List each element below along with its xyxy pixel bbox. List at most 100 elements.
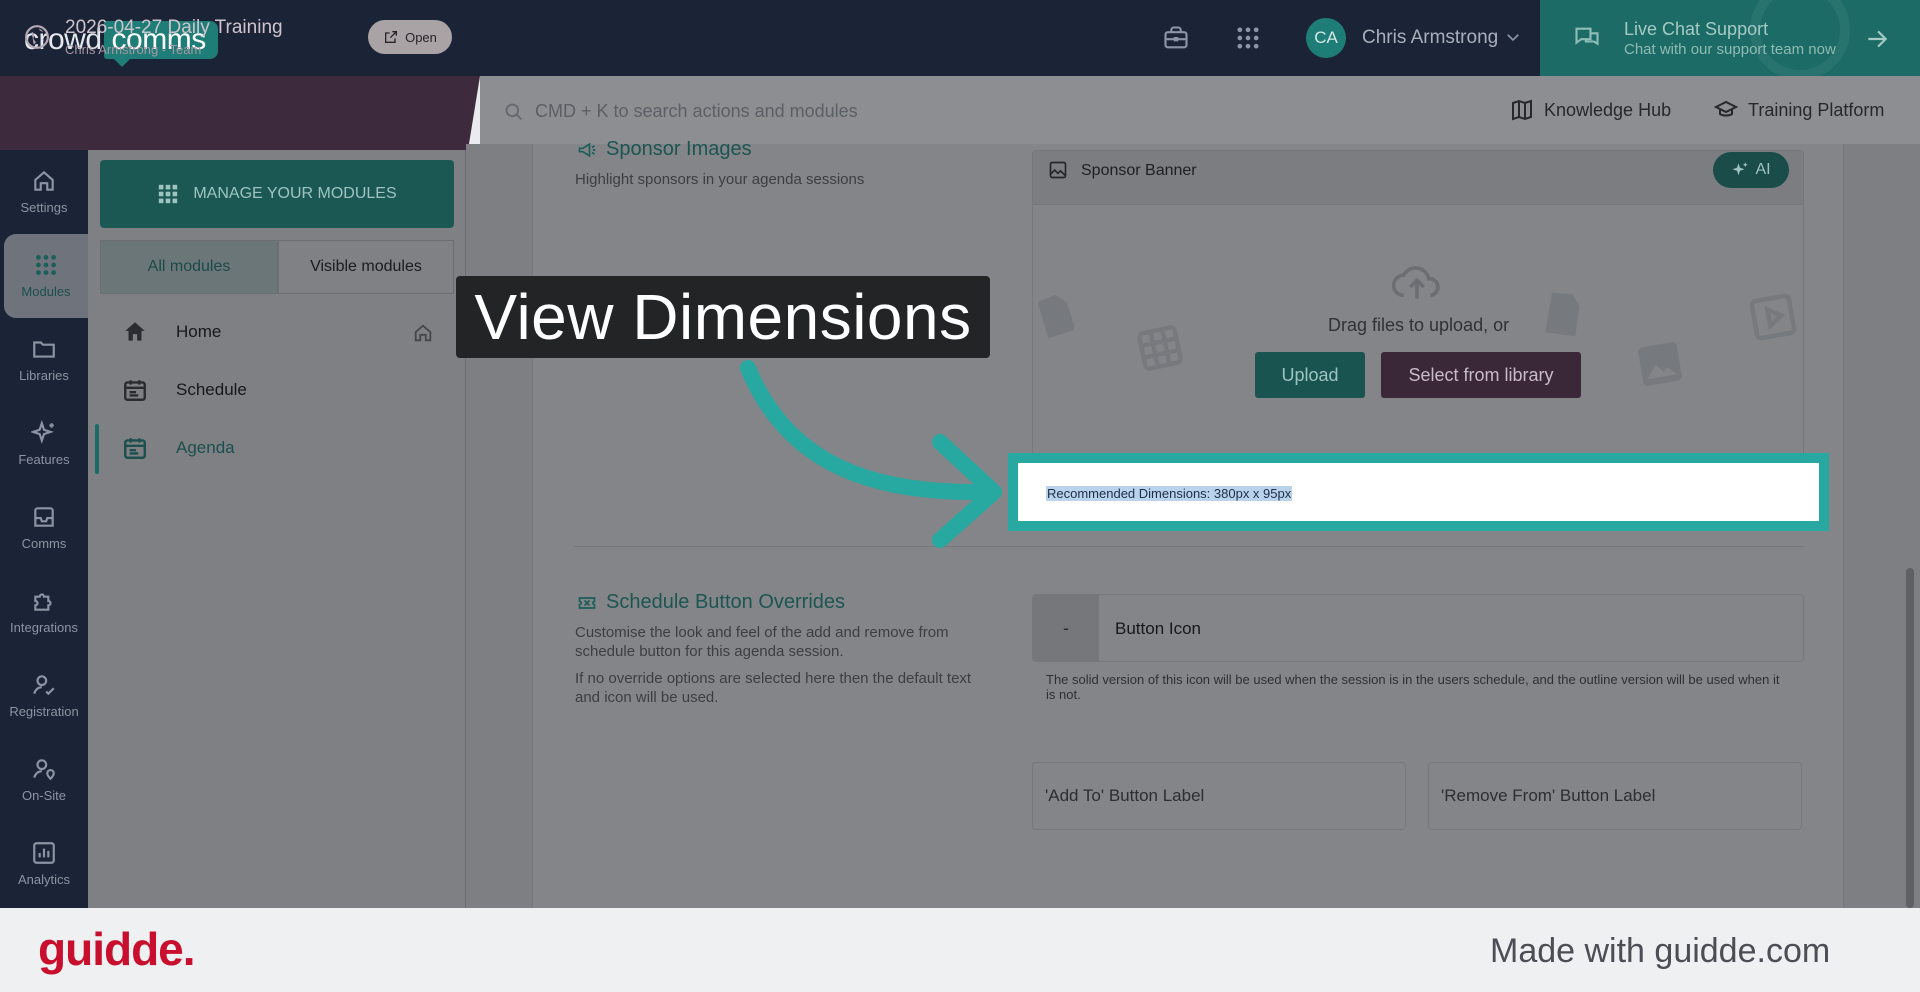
nav-label: Comms: [21, 536, 67, 551]
user-avatar[interactable]: CA: [1306, 18, 1346, 58]
sponsor-banner-upload[interactable]: [1032, 150, 1804, 477]
module-item-agenda[interactable]: Agenda: [100, 420, 454, 476]
tab-visible-modules[interactable]: Visible modules: [278, 240, 454, 294]
chat-subtitle: Chat with our support team now: [1624, 41, 1836, 58]
module-item-label: Agenda: [176, 438, 235, 457]
event-title: 2026-04-27 Daily Training: [65, 17, 283, 38]
nav-label: Features: [18, 452, 70, 467]
nav-label: Settings: [20, 200, 68, 215]
nav-item-modules[interactable]: Modules: [4, 234, 88, 318]
user-pin-icon: [33, 759, 55, 781]
picture-icon: [1638, 342, 1682, 386]
select-from-library-button[interactable]: Select from library: [1381, 352, 1581, 398]
training-platform-label: Training Platform: [1748, 99, 1885, 120]
arrow-right-icon: [1868, 30, 1888, 48]
home-icon: [34, 170, 54, 191]
module-item-label: Home: [176, 322, 222, 341]
ai-button[interactable]: AI: [1713, 152, 1789, 188]
document-icon: [1037, 294, 1074, 339]
play-icon: [1749, 293, 1797, 341]
sparkle-icon: [1732, 162, 1748, 176]
inbox-icon: [34, 507, 54, 527]
puzzle-icon: [34, 593, 52, 611]
briefcase-icon[interactable]: [1162, 24, 1190, 52]
nav-item-analytics[interactable]: Analytics: [0, 822, 88, 906]
nav-item-comms[interactable]: Comms: [0, 486, 88, 570]
schedule-overrides-title: Schedule Button Overrides: [606, 591, 846, 613]
user-name[interactable]: Chris Armstrong: [1362, 27, 1498, 49]
sponsor-banner-label: Sponsor Banner: [1081, 162, 1197, 179]
external-link-icon: [385, 31, 398, 43]
nav-label: Analytics: [17, 872, 71, 887]
user-check-icon: [33, 675, 55, 696]
nav-label: Registration: [9, 704, 79, 719]
live-chat-support[interactable]: Live Chat Support Chat with our support …: [1540, 0, 1920, 76]
nav-item-settings[interactable]: Settings: [0, 150, 88, 234]
nav-label: On-Site: [21, 788, 67, 803]
remove-from-label-input[interactable]: 'Remove From' Button Label: [1428, 762, 1802, 830]
event-bar: [0, 76, 480, 150]
chat-title: Live Chat Support: [1624, 19, 1769, 39]
megaphone-icon: [578, 142, 596, 158]
graduation-cap-icon: [1714, 100, 1738, 117]
open-event-button[interactable]: Open: [368, 20, 452, 54]
button-icon-help: The solid version of this icon will be u…: [1046, 672, 1780, 702]
active-module-indicator: [95, 424, 99, 474]
knowledge-hub-label: Knowledge Hub: [1544, 99, 1672, 120]
schedule-overrides-description: Customise the look and feel of the add a…: [575, 624, 949, 660]
schedule-overrides-note: If no override options are selected here…: [575, 670, 972, 706]
event-subtitle: Chris Armstrong - Team: [65, 42, 202, 57]
chart-icon: [33, 842, 55, 864]
search-input[interactable]: CMD + K to search actions and modules: [535, 101, 858, 122]
scrollbar[interactable]: [1906, 568, 1914, 908]
cloud-upload-icon: [1391, 266, 1440, 299]
training-platform-link[interactable]: Training Platform: [1714, 98, 1884, 122]
nav-item-on-site[interactable]: On-Site: [0, 738, 88, 822]
manage-modules-label: MANAGE YOUR MODULES: [193, 185, 397, 202]
tab-all-modules[interactable]: All modules: [100, 240, 278, 294]
nav-item-libraries[interactable]: Libraries: [0, 318, 88, 402]
made-with-text: Made with guidde.com: [1490, 932, 1831, 970]
nav-label: Integrations: [10, 620, 78, 635]
book-map-icon: [1512, 99, 1532, 121]
knowledge-hub-link[interactable]: Knowledge Hub: [1510, 98, 1671, 122]
grid-icon: [159, 184, 178, 204]
open-label: Open: [405, 29, 437, 45]
upload-button[interactable]: Upload: [1255, 352, 1365, 398]
module-item-label: Schedule: [176, 380, 247, 399]
section-divider: [574, 546, 1804, 547]
calendar-icon: [124, 380, 146, 401]
chat-bubbles-icon: [1575, 27, 1599, 46]
nav-item-integrations[interactable]: Integrations: [0, 570, 88, 654]
manage-modules-button[interactable]: MANAGE YOUR MODULES: [100, 160, 454, 228]
nav-label: Modules: [21, 284, 71, 299]
calendar-icon: [124, 438, 146, 459]
module-item-home[interactable]: Home: [100, 304, 454, 360]
home-outline-icon: [414, 324, 432, 342]
add-to-label-input[interactable]: 'Add To' Button Label: [1032, 762, 1406, 830]
nav-item-registration[interactable]: Registration: [0, 654, 88, 738]
button-icon-preview[interactable]: -: [1033, 595, 1099, 661]
guidde-logo: guidde.: [38, 923, 196, 975]
house-icon: [125, 322, 145, 341]
grid-icon: [1137, 325, 1183, 371]
ticket-icon: [578, 597, 596, 609]
annotation-callout: View Dimensions: [456, 276, 990, 358]
recommended-dimensions-text: Recommended Dimensions: 380px x 95px: [1046, 486, 1293, 501]
sponsor-images-title: Sponsor Images: [606, 138, 752, 160]
apps-grid-icon[interactable]: [1234, 24, 1262, 52]
grid-icon: [36, 255, 56, 275]
document-icon: [1545, 292, 1580, 337]
chevron-down-icon[interactable]: [1504, 28, 1522, 46]
ai-label: AI: [1755, 161, 1771, 178]
globe-icon: [25, 25, 49, 49]
image-icon: [1049, 161, 1067, 179]
nav-item-features[interactable]: Features: [0, 402, 88, 486]
nav-label: Libraries: [19, 368, 69, 383]
folder-icon: [33, 341, 55, 358]
sparkle-icon: [31, 420, 54, 445]
module-item-schedule[interactable]: Schedule: [100, 362, 454, 418]
sponsor-images-description: Highlight sponsors in your agenda sessio…: [575, 171, 865, 188]
button-icon-label: Button Icon: [1115, 619, 1202, 638]
search-icon: [505, 103, 523, 121]
